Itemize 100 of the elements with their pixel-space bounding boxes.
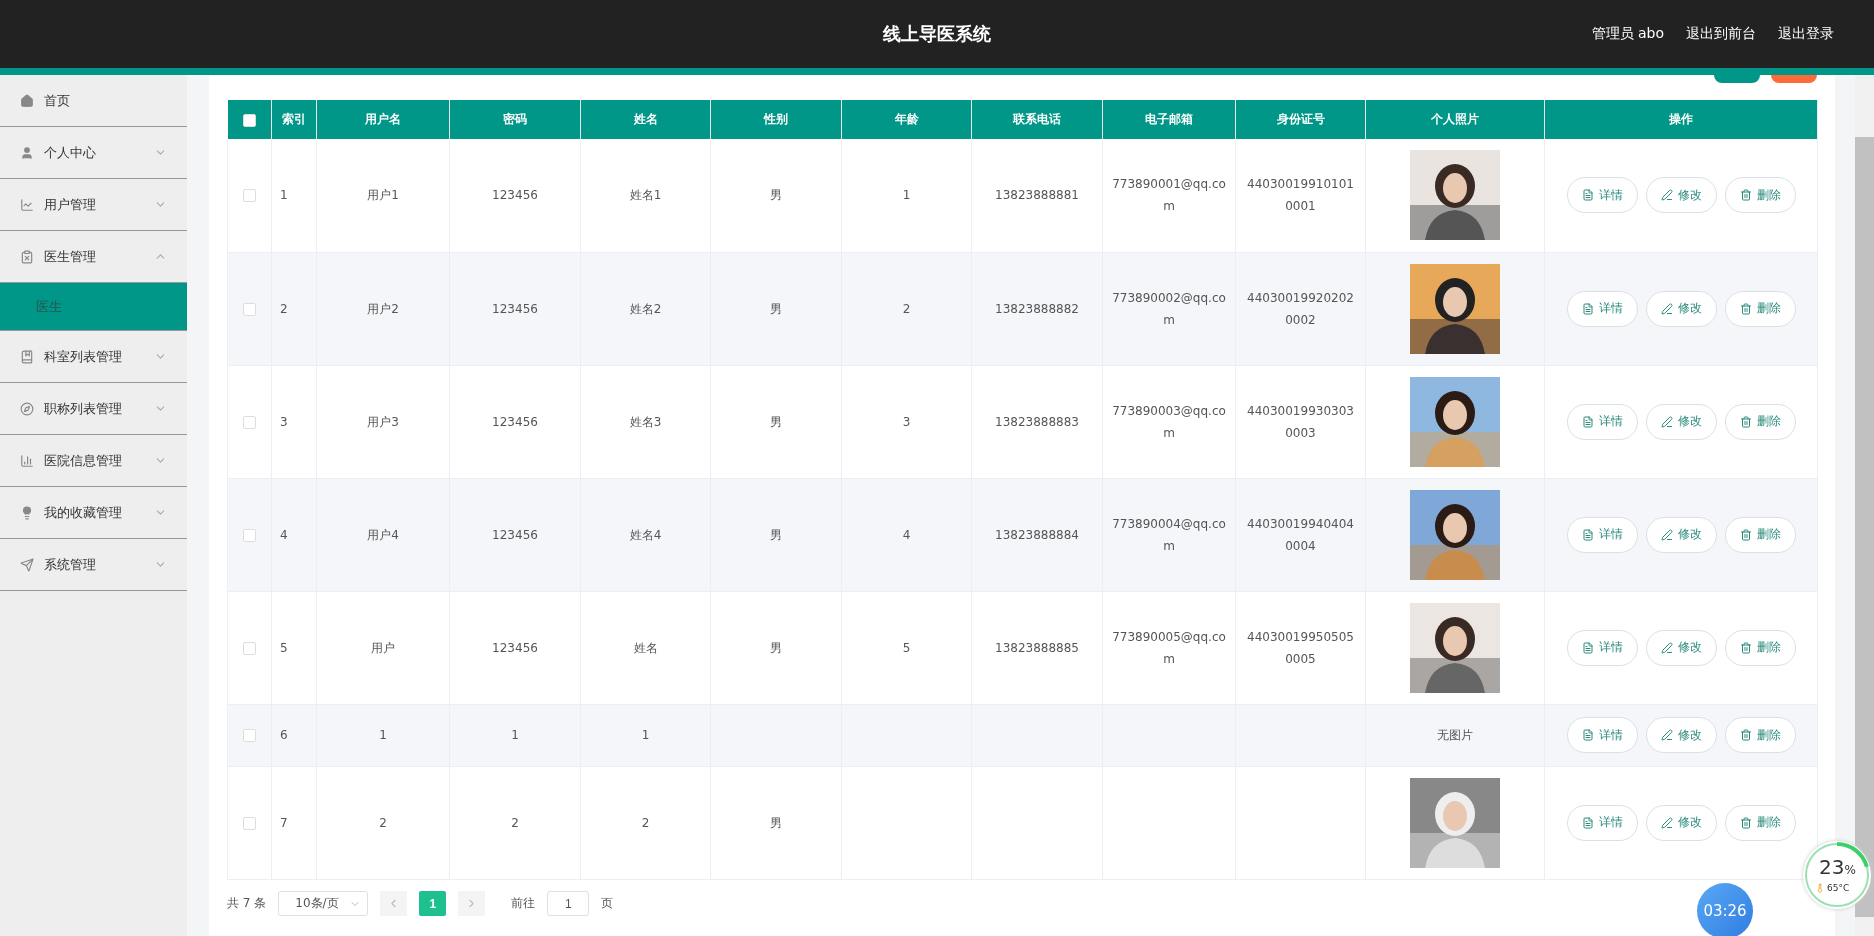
pen-icon (1660, 302, 1673, 315)
table-cell: 123456 (449, 591, 581, 704)
action-button[interactable]: 删除 (1724, 516, 1796, 553)
book-icon (20, 349, 34, 364)
table-cell: 姓名2 (580, 252, 711, 365)
action-button[interactable]: 详情 (1566, 717, 1638, 753)
sidebar-item[interactable]: 个人中心 (0, 127, 187, 179)
row-checkbox[interactable] (243, 415, 256, 429)
document-icon (1581, 189, 1594, 202)
action-button[interactable]: 删除 (1724, 177, 1796, 214)
document-icon (1581, 729, 1594, 741)
table-cell: 2 (841, 252, 972, 365)
sidebar-item[interactable]: 系统管理 (0, 539, 187, 591)
action-button[interactable]: 详情 (1566, 629, 1638, 666)
action-button[interactable]: 修改 (1645, 516, 1717, 553)
action-button[interactable]: 详情 (1566, 516, 1638, 553)
table-cell: 2 (316, 766, 450, 879)
action-button[interactable]: 修改 (1645, 177, 1717, 214)
column-header: 个人照片 (1365, 100, 1545, 139)
toolbar-button[interactable] (1771, 75, 1817, 83)
row-checkbox[interactable] (243, 302, 256, 316)
pen-icon (1660, 189, 1673, 202)
column-header: 身份证号 (1235, 100, 1366, 139)
document-icon (1581, 641, 1594, 654)
table-cell: 5 (841, 591, 972, 704)
document-icon (1581, 302, 1594, 315)
chart-icon (20, 197, 34, 212)
action-button[interactable]: 删除 (1724, 629, 1796, 666)
trash-icon (1739, 528, 1752, 541)
table-cell: 13823888884 (971, 478, 1103, 591)
previous-page-button[interactable] (380, 891, 408, 916)
action-button[interactable]: 删除 (1724, 403, 1796, 440)
total-count: 共 7 条 (227, 895, 267, 912)
action-button[interactable]: 详情 (1566, 177, 1638, 214)
table-cell: 773890005@qq.com (1102, 591, 1236, 704)
table-cell: 7 (271, 766, 317, 879)
row-checkbox[interactable] (243, 641, 256, 655)
sidebar-item[interactable]: 职称列表管理 (0, 383, 187, 435)
action-button[interactable]: 修改 (1645, 717, 1717, 753)
header-link[interactable]: 退出到前台 (1686, 25, 1756, 43)
row-checkbox[interactable] (243, 729, 256, 742)
page-button[interactable]: 1 (419, 891, 447, 916)
table-cell: 1 (841, 139, 972, 252)
action-button[interactable]: 修改 (1645, 804, 1717, 841)
action-button[interactable]: 删除 (1724, 717, 1796, 753)
action-button[interactable]: 详情 (1566, 804, 1638, 841)
column-header: 电子邮箱 (1102, 100, 1236, 139)
table-cell: 440300199505050005 (1235, 591, 1366, 704)
table-cell: 姓名 (580, 591, 711, 704)
table-cell: 男 (710, 766, 842, 879)
clipboard-icon (20, 249, 34, 264)
table-cell: 姓名3 (580, 365, 711, 478)
page-size-select[interactable]: 10条/页 (278, 891, 369, 916)
table-cell: 6 (271, 704, 317, 766)
table-cell: 4 (271, 478, 317, 591)
action-button[interactable]: 修改 (1645, 403, 1717, 440)
table-cell: 姓名1 (580, 139, 711, 252)
table-cell: 13823888885 (971, 591, 1103, 704)
table-cell: 2 (271, 252, 317, 365)
action-button[interactable]: 删除 (1724, 804, 1796, 841)
table-cell: 男 (710, 478, 842, 591)
trash-icon (1739, 415, 1752, 428)
table-cell: 姓名4 (580, 478, 711, 591)
header-link[interactable]: 退出登录 (1778, 25, 1834, 43)
table-cell: 440300199303030003 (1235, 365, 1366, 478)
document-icon (1581, 816, 1594, 829)
toolbar-button[interactable] (1714, 75, 1760, 83)
table-cell: 1 (449, 704, 581, 766)
no-picture-text: 无图片 (1437, 728, 1473, 742)
pen-icon (1660, 415, 1673, 428)
sidebar-item[interactable]: 医院信息管理 (0, 435, 187, 487)
action-button[interactable]: 修改 (1645, 290, 1717, 327)
sidebar-item[interactable]: 用户管理 (0, 179, 187, 231)
action-button[interactable]: 详情 (1566, 403, 1638, 440)
row-checkbox[interactable] (243, 528, 256, 542)
column-header: 密码 (449, 100, 581, 139)
sidebar-item[interactable]: 我的收藏管理 (0, 487, 187, 539)
table-cell: 1 (316, 704, 450, 766)
table-cell: 用户1 (316, 139, 450, 252)
column-header: 联系电话 (971, 100, 1103, 139)
user-icon (20, 145, 34, 160)
sidebar-item[interactable]: 科室列表管理 (0, 331, 187, 383)
table-cell: 123456 (449, 478, 581, 591)
column-header: 姓名 (580, 100, 711, 139)
action-button[interactable]: 详情 (1566, 290, 1638, 327)
table-cell: 123456 (449, 365, 581, 478)
select-all-checkbox[interactable] (242, 113, 256, 127)
action-button[interactable]: 删除 (1724, 290, 1796, 327)
next-page-button[interactable] (458, 891, 486, 916)
header-link[interactable]: 管理员 abo (1591, 25, 1664, 43)
goto-page-field[interactable]: 1 (547, 891, 590, 916)
action-button[interactable]: 修改 (1645, 629, 1717, 666)
trash-icon (1739, 641, 1752, 654)
thermometer-icon (1815, 883, 1825, 893)
table-cell: 男 (710, 139, 842, 252)
lightbulb-icon (20, 505, 34, 520)
row-checkbox[interactable] (243, 816, 256, 830)
row-checkbox[interactable] (243, 189, 256, 203)
sidebar-item[interactable]: 首页 (0, 75, 187, 127)
scrollbar[interactable] (1855, 75, 1874, 936)
